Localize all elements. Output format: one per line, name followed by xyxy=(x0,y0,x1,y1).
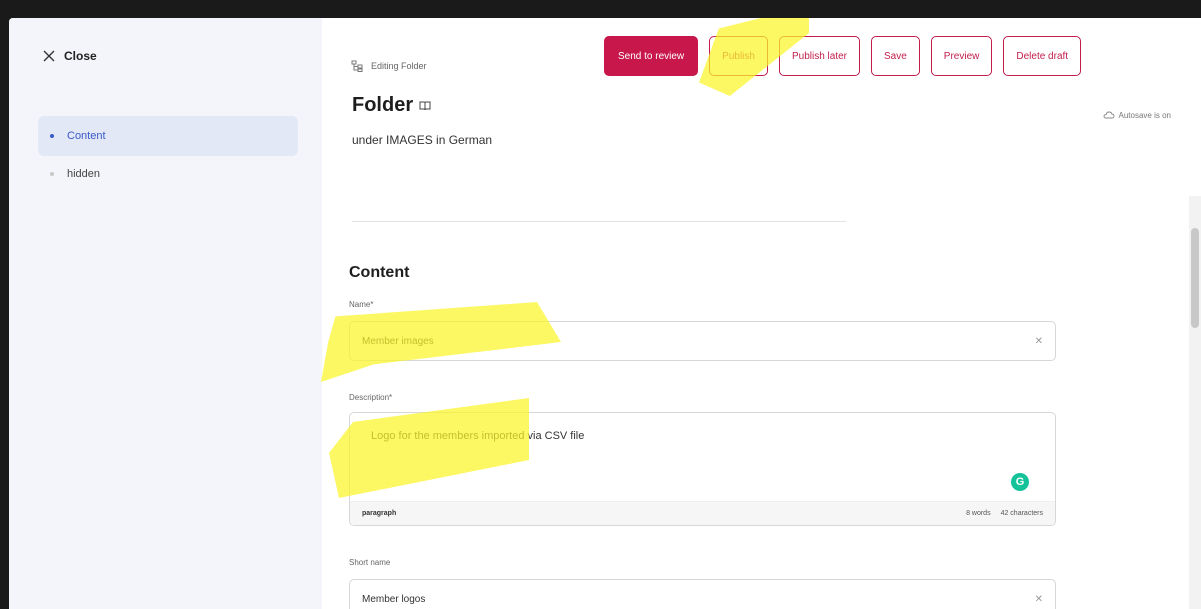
autosave-label: Autosave is on xyxy=(1118,110,1171,120)
send-to-review-button[interactable]: Send to review xyxy=(604,36,699,76)
content-section-heading: Content xyxy=(349,264,410,281)
character-count: 42 characters xyxy=(1000,510,1043,517)
save-button[interactable]: Save xyxy=(871,36,920,76)
delete-draft-button[interactable]: Delete draft xyxy=(1003,36,1082,76)
name-field-label: Name* xyxy=(349,300,374,309)
clear-icon[interactable]: ✕ xyxy=(1035,594,1043,605)
preview-button[interactable]: Preview xyxy=(930,36,993,76)
sidebar: Close Content hidden xyxy=(9,18,322,609)
autosave-status: Autosave is on xyxy=(1103,110,1171,120)
sidebar-item-hidden[interactable]: hidden xyxy=(38,154,298,194)
short-name-field-value: Member logos xyxy=(362,593,426,605)
scrollbar-thumb[interactable] xyxy=(1191,228,1199,328)
name-field-value: Member images xyxy=(362,335,434,347)
page-subtitle: under IMAGES in German xyxy=(352,133,493,147)
block-format-label: paragraph xyxy=(362,510,397,517)
name-field[interactable]: Member images ✕ xyxy=(349,321,1056,361)
description-text: Logo for the members imported via CSV fi… xyxy=(371,430,585,442)
sidebar-item-content[interactable]: Content xyxy=(38,116,298,156)
short-name-field[interactable]: Member logos ✕ xyxy=(349,579,1056,609)
word-count: 8 words xyxy=(966,510,991,517)
page-title-text: Folder xyxy=(352,94,414,116)
publish-button[interactable]: Publish xyxy=(709,36,768,76)
folder-tree-icon xyxy=(351,60,363,72)
close-label: Close xyxy=(64,49,97,63)
editing-indicator: Editing Folder xyxy=(351,60,427,72)
action-toolbar: Send to review Publish Publish later Sav… xyxy=(604,36,1082,76)
page-title: Folder xyxy=(352,94,431,117)
inactive-dot-icon xyxy=(50,172,54,176)
sidebar-item-label: hidden xyxy=(67,168,101,180)
editor-window: Close Content hidden Editing Folder Fold… xyxy=(9,18,1201,609)
close-button[interactable]: Close xyxy=(42,49,97,63)
publish-later-button[interactable]: Publish later xyxy=(778,36,860,76)
description-editor[interactable]: Logo for the members imported via CSV fi… xyxy=(349,412,1056,526)
grammarly-icon[interactable]: G xyxy=(1011,473,1029,491)
close-icon xyxy=(43,50,55,62)
description-field-label: Description* xyxy=(349,393,393,402)
cloud-icon xyxy=(1103,111,1114,119)
short-name-field-label: Short name xyxy=(349,558,391,567)
sidebar-item-label: Content xyxy=(67,130,106,142)
active-dot-icon xyxy=(50,134,54,138)
main-panel: Editing Folder Folder under IMAGES in Ge… xyxy=(322,18,1201,609)
clear-icon[interactable]: ✕ xyxy=(1035,336,1043,347)
header-divider xyxy=(352,221,846,222)
editor-status-bar: paragraph 8 words 42 characters xyxy=(350,501,1055,525)
editor-counts: 8 words 42 characters xyxy=(966,510,1043,517)
book-icon[interactable] xyxy=(419,100,431,112)
editing-label: Editing Folder xyxy=(371,61,427,71)
